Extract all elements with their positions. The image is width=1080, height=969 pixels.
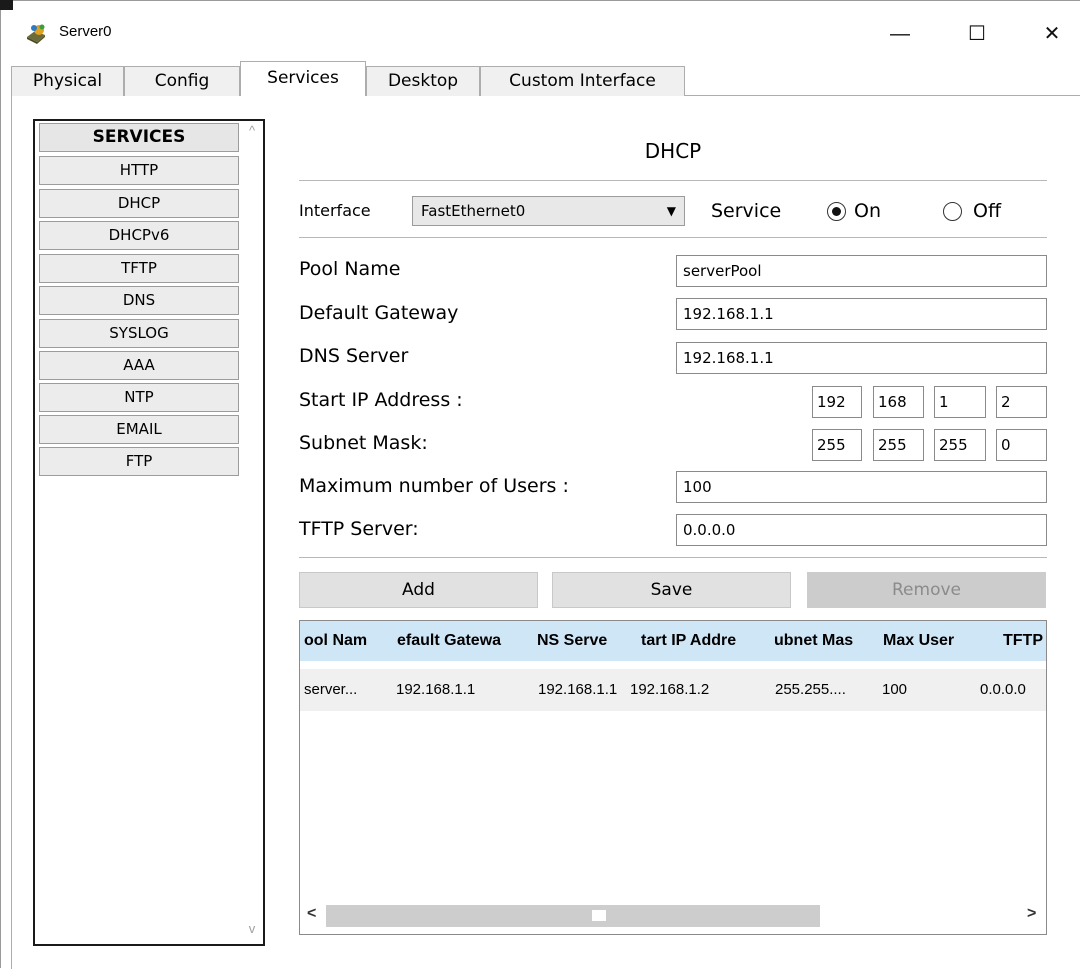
title-bar: Server0 — ☐ ✕ [1, 1, 1080, 61]
window-title: Server0 [59, 23, 112, 40]
subnet-octet-3[interactable]: 255 [934, 429, 986, 461]
tab-custom-interface[interactable]: Custom Interface [480, 66, 685, 96]
sidebar-item-ftp[interactable]: FTP [39, 447, 239, 476]
pool-name-input[interactable]: serverPool [676, 255, 1047, 287]
column-header[interactable]: NS Serve [537, 621, 633, 661]
sidebar-scrollbar[interactable]: ^ v [241, 121, 263, 944]
max-users-label: Maximum number of Users : [299, 475, 569, 497]
services-sidebar: SERVICES HTTP DHCP DHCPv6 TFTP DNS SYSLO… [33, 119, 265, 946]
column-header[interactable]: Max User [883, 621, 975, 661]
scroll-up-icon[interactable]: ^ [241, 123, 263, 138]
maximize-button[interactable]: ☐ [954, 17, 1000, 51]
subnet-octet-4[interactable]: 0 [996, 429, 1047, 461]
max-users-input[interactable]: 100 [676, 471, 1047, 503]
table-cell: server... [304, 681, 358, 698]
dhcp-title: DHCP [644, 139, 702, 163]
divider [299, 237, 1047, 238]
table-hscrollbar[interactable]: < > [300, 897, 1046, 934]
default-gateway-label: Default Gateway [299, 302, 459, 324]
sidebar-item-aaa[interactable]: AAA [39, 351, 239, 380]
scroll-down-icon[interactable]: v [241, 921, 263, 936]
tab-physical[interactable]: Physical [11, 66, 124, 96]
table-cell: 255.255.... [775, 681, 846, 698]
scroll-left-icon[interactable]: < [307, 905, 316, 923]
service-label: Service [711, 200, 782, 222]
tftp-server-label: TFTP Server: [299, 518, 419, 540]
add-button[interactable]: Add [299, 572, 538, 608]
services-header: SERVICES [39, 123, 239, 152]
sidebar-item-dhcp[interactable]: DHCP [39, 189, 239, 218]
start-ip-octet-4[interactable]: 2 [996, 386, 1047, 418]
interface-label: Interface [299, 201, 371, 220]
sidebar-item-email[interactable]: EMAIL [39, 415, 239, 444]
table-cell: 192.168.1.1 [396, 681, 476, 698]
scrollbar-track[interactable] [326, 905, 820, 927]
tab-config[interactable]: Config [124, 66, 240, 96]
remove-button[interactable]: Remove [807, 572, 1046, 608]
start-ip-octet-2[interactable]: 168 [873, 386, 924, 418]
subnet-octet-1[interactable]: 255 [812, 429, 862, 461]
table-cell: 192.168.1.1 [538, 681, 618, 698]
table-cell: 192.168.1.2 [630, 681, 710, 698]
tab-desktop[interactable]: Desktop [366, 66, 480, 96]
column-header[interactable]: tart IP Addre [641, 621, 768, 661]
dhcp-config-window: Server0 — ☐ ✕ Physical Config Services D… [0, 0, 1080, 969]
start-ip-octet-3[interactable]: 1 [934, 386, 986, 418]
close-button[interactable]: ✕ [1029, 17, 1075, 51]
start-ip-octet-1[interactable]: 192 [812, 386, 862, 418]
table-header: ool Nam efault Gatewa NS Serve tart IP A… [300, 621, 1046, 661]
save-button[interactable]: Save [552, 572, 791, 608]
column-header[interactable]: TFTP [1003, 621, 1046, 661]
default-gateway-input[interactable]: 192.168.1.1 [676, 298, 1047, 330]
service-on-label: On [854, 200, 881, 222]
scrollbar-thumb[interactable] [592, 910, 606, 921]
sidebar-item-ntp[interactable]: NTP [39, 383, 239, 412]
service-on-radio[interactable] [827, 202, 846, 221]
pool-table: ool Nam efault Gatewa NS Serve tart IP A… [299, 620, 1047, 935]
tab-bar: Physical Config Services Desktop Custom … [11, 61, 1080, 97]
column-header[interactable]: efault Gatewa [397, 621, 531, 661]
table-cell: 100 [882, 681, 908, 698]
divider [299, 557, 1047, 558]
scroll-right-icon[interactable]: > [1027, 905, 1036, 923]
screen-corner [0, 0, 13, 10]
sidebar-item-tftp[interactable]: TFTP [39, 254, 239, 283]
subnet-octet-2[interactable]: 255 [873, 429, 924, 461]
divider [299, 180, 1047, 181]
interface-value: FastEthernet0 [421, 202, 526, 220]
sidebar-item-dns[interactable]: DNS [39, 286, 239, 315]
pool-name-label: Pool Name [299, 258, 401, 280]
service-off-label: Off [973, 200, 1002, 222]
tftp-server-input[interactable]: 0.0.0.0 [676, 514, 1047, 546]
dns-server-input[interactable]: 192.168.1.1 [676, 342, 1047, 374]
sidebar-item-syslog[interactable]: SYSLOG [39, 319, 239, 348]
interface-select[interactable]: FastEthernet0 ▼ [412, 196, 685, 226]
column-header[interactable]: ubnet Mas [774, 621, 877, 661]
minimize-button[interactable]: — [877, 17, 923, 51]
server-device-icon [25, 23, 49, 45]
start-ip-label: Start IP Address : [299, 389, 463, 411]
table-cell: 0.0.0.0 [980, 681, 1026, 698]
column-header[interactable]: ool Nam [304, 621, 386, 661]
sidebar-item-dhcpv6[interactable]: DHCPv6 [39, 221, 239, 250]
service-off-radio[interactable] [943, 202, 962, 221]
tab-services[interactable]: Services [240, 61, 366, 97]
table-row[interactable]: server... 192.168.1.1 192.168.1.1 192.16… [300, 669, 1046, 711]
sidebar-item-http[interactable]: HTTP [39, 156, 239, 185]
dns-server-label: DNS Server [299, 345, 409, 367]
chevron-down-icon: ▼ [666, 204, 676, 218]
subnet-mask-label: Subnet Mask: [299, 432, 428, 454]
